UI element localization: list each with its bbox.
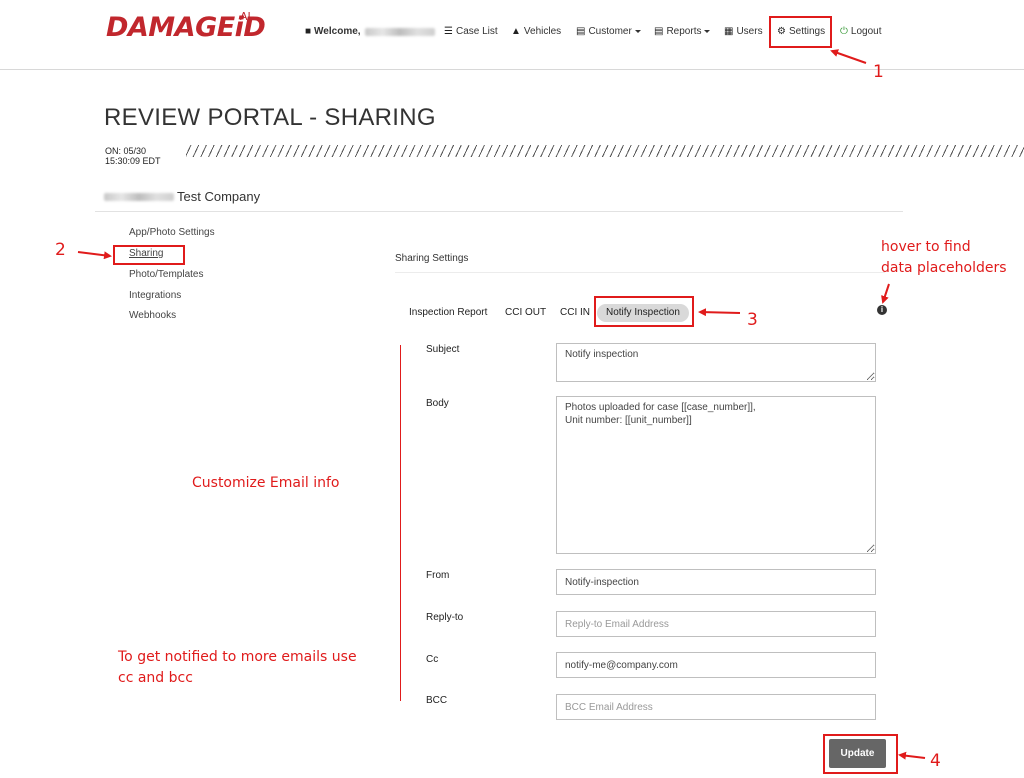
annotation-box-sharing <box>113 245 185 265</box>
annotation-customize: Customize Email info <box>192 475 340 491</box>
nav-case-list-label: Case List <box>455 26 498 37</box>
nav-users[interactable]: ▦ Users <box>724 26 763 37</box>
list-icon: ▤ <box>576 26 586 37</box>
nav-vehicles-label: Vehicles <box>523 26 562 37</box>
list-icon: ☰ <box>444 26 453 37</box>
nav-reports[interactable]: ▤ Reports <box>654 26 711 37</box>
arrow-3 <box>698 308 741 317</box>
tab-cci-out[interactable]: CCI OUT <box>505 304 546 322</box>
reply-to-label: Reply-to <box>426 612 464 623</box>
arrow-4 <box>898 751 926 760</box>
company-prefix-redacted <box>104 192 174 201</box>
section-divider <box>395 272 885 273</box>
annotation-vertical-line <box>400 345 401 701</box>
annotation-number-1: 1 <box>873 62 884 82</box>
nav-logout-label: Logout <box>850 26 882 37</box>
company-divider <box>95 211 903 212</box>
annotation-box-settings <box>769 16 832 48</box>
reply-to-field[interactable] <box>556 611 876 637</box>
grid-icon: ▦ <box>724 26 734 37</box>
power-icon: ⏻ <box>840 26 848 37</box>
header-divider <box>0 69 1024 70</box>
brand-logo[interactable]: DAMAGEiD AI <box>106 10 266 43</box>
report-icon: ▤ <box>654 26 664 37</box>
side-item-integrations[interactable]: Integrations <box>129 290 181 301</box>
nav-logout[interactable]: ⏻ Logout <box>840 26 882 37</box>
arrow-hover <box>881 283 890 304</box>
logo-suffix: AI <box>240 10 251 23</box>
user-icon: ■ <box>305 26 312 37</box>
subject-field[interactable]: Notify inspection <box>556 343 876 382</box>
body-label: Body <box>426 398 449 409</box>
side-item-webhooks[interactable]: Webhooks <box>129 310 176 321</box>
nav-customer-label: Customer <box>588 26 632 37</box>
timestamp-date: ON: 05/30 <box>105 146 147 156</box>
welcome-user: ■ Welcome, <box>305 26 435 37</box>
body-field[interactable]: Photos uploaded for case [[case_number]]… <box>556 396 876 554</box>
annotation-hover-line2: data placeholders <box>881 260 1007 276</box>
info-icon[interactable]: i <box>877 305 887 315</box>
tab-inspection-report[interactable]: Inspection Report <box>409 304 487 322</box>
chevron-down-icon <box>704 30 711 33</box>
nav-users-label: Users <box>736 26 763 37</box>
from-field[interactable] <box>556 569 876 595</box>
company-name: Test Company <box>104 189 260 204</box>
side-item-photo-templates[interactable]: Photo/Templates <box>129 269 204 280</box>
annotation-cc-line1: To get notified to more emails use <box>118 649 357 665</box>
cc-field[interactable] <box>556 652 876 678</box>
annotation-cc-hint: To get notified to more emails use cc an… <box>118 647 357 689</box>
nav-case-list[interactable]: ☰ Case List <box>444 26 498 37</box>
nav-vehicles[interactable]: ▲ Vehicles <box>511 26 561 37</box>
timestamp-time: 15:30:09 EDT <box>105 156 161 166</box>
hatch-divider <box>186 145 1024 157</box>
bcc-label: BCC <box>426 695 448 706</box>
chevron-down-icon <box>634 30 641 33</box>
timestamp: ON: 05/30 15:30:09 EDT <box>105 146 161 166</box>
car-icon: ▲ <box>511 26 521 37</box>
bcc-field[interactable] <box>556 694 876 720</box>
arrow-1 <box>830 49 867 64</box>
annotation-cc-line2: cc and bcc <box>118 670 193 686</box>
nav-reports-label: Reports <box>666 26 702 37</box>
annotation-number-2: 2 <box>55 240 66 260</box>
annotation-number-3: 3 <box>747 310 758 330</box>
annotation-box-notify-tab <box>594 296 694 327</box>
annotation-number-4: 4 <box>930 751 941 771</box>
company-name-text: Test Company <box>177 189 261 204</box>
annotation-hover-hint: hover to find data placeholders <box>881 237 1007 279</box>
side-item-app-photo-settings[interactable]: App/Photo Settings <box>129 227 215 238</box>
cc-label: Cc <box>426 654 439 665</box>
page-title: REVIEW PORTAL - SHARING <box>104 104 436 131</box>
from-label: From <box>426 570 450 581</box>
nav-customer[interactable]: ▤ Customer <box>576 26 641 37</box>
tab-cci-in[interactable]: CCI IN <box>560 304 590 322</box>
annotation-box-update <box>823 734 898 774</box>
sharing-settings-title: Sharing Settings <box>395 253 469 264</box>
annotation-hover-line1: hover to find <box>881 239 971 255</box>
user-name-redacted <box>364 27 435 36</box>
arrow-2 <box>77 251 112 260</box>
subject-label: Subject <box>426 344 460 355</box>
welcome-label: Welcome, <box>314 26 361 37</box>
